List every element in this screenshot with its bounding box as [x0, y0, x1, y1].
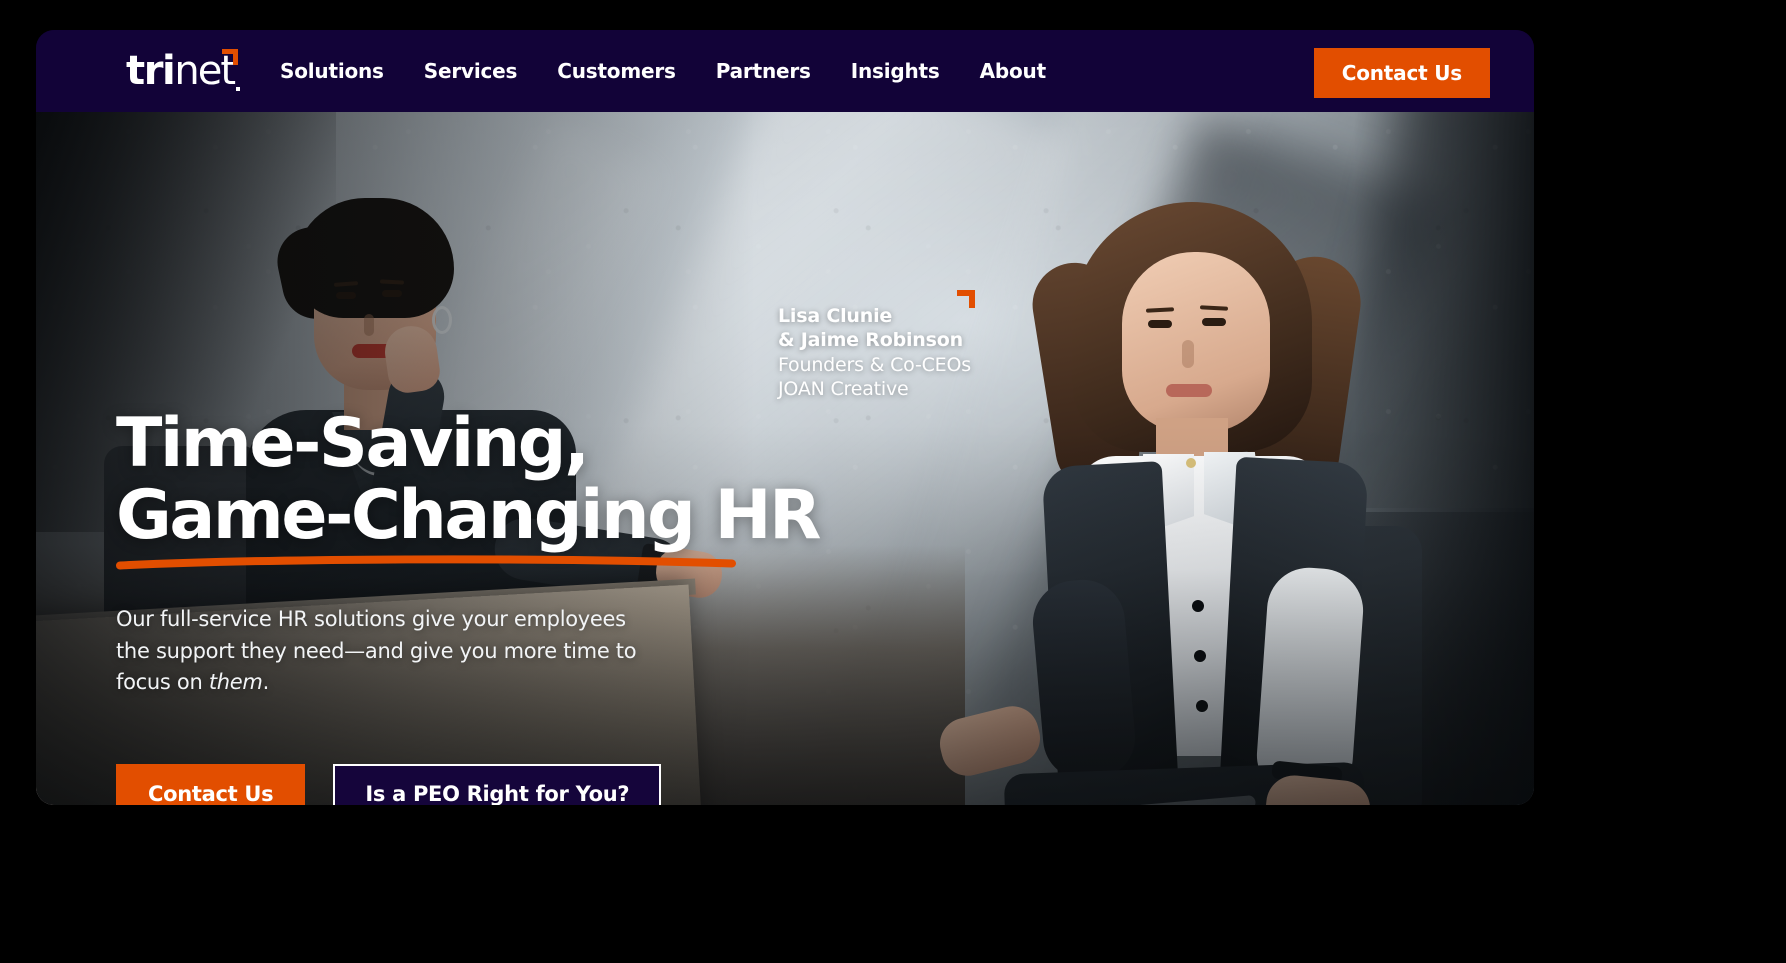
- main-nav: Solutions Services Customers Partners In…: [280, 59, 1046, 83]
- logo-corner-mark-icon: [222, 49, 239, 65]
- nav-item-services[interactable]: Services: [424, 59, 518, 83]
- header-contact-us-button[interactable]: Contact Us: [1313, 48, 1490, 98]
- attribution-role: Founders & Co-CEOs: [778, 353, 971, 376]
- hero-peo-quiz-button[interactable]: Is a PEO Right for You?: [333, 764, 662, 805]
- hero-sub-emphasis: them: [208, 670, 263, 695]
- site-header: trinet Solutions Services Customers Part…: [36, 30, 1534, 112]
- hero-copy: Time-Saving, Game-Changing HR Our full-s…: [116, 404, 916, 699]
- hero-headline-line-2: Game-Changing HR: [116, 476, 822, 556]
- logo-text-bold: tri: [126, 48, 176, 94]
- attribution-name-line-2: & Jaime Robinson: [778, 329, 963, 352]
- attribution-name-line-1: Lisa Clunie: [778, 305, 893, 327]
- hero-section: Lisa Clunie & Jaime Robinson Founders & …: [36, 112, 1534, 805]
- hero-contact-us-button[interactable]: Contact Us: [116, 764, 306, 805]
- trinet-logo[interactable]: trinet: [126, 47, 241, 95]
- photo-attribution: Lisa Clunie & Jaime Robinson Founders & …: [778, 304, 971, 401]
- hero-cta-group: Contact Us Is a PEO Right for You?: [116, 764, 662, 805]
- hero-sub-text-a: Our full-service HR solutions give your …: [116, 607, 637, 695]
- logo-registered-dot-icon: [236, 87, 241, 91]
- hero-subheadline: Our full-service HR solutions give your …: [116, 604, 661, 699]
- nav-item-about[interactable]: About: [980, 59, 1047, 83]
- nav-item-partners[interactable]: Partners: [716, 59, 811, 83]
- attribution-company: JOAN Creative: [778, 377, 909, 400]
- logo-wordmark: trinet: [126, 48, 236, 94]
- nav-item-insights[interactable]: Insights: [851, 59, 940, 83]
- hero-headline-line-1: Time-Saving,: [116, 404, 590, 483]
- nav-item-solutions[interactable]: Solutions: [280, 59, 384, 83]
- headline-underline-accent: [116, 554, 736, 570]
- hero-sub-text-b: .: [262, 670, 270, 695]
- nav-item-customers[interactable]: Customers: [557, 59, 676, 83]
- page-frame: trinet Solutions Services Customers Part…: [36, 30, 1534, 805]
- hero-headline: Time-Saving, Game-Changing HR: [116, 404, 916, 556]
